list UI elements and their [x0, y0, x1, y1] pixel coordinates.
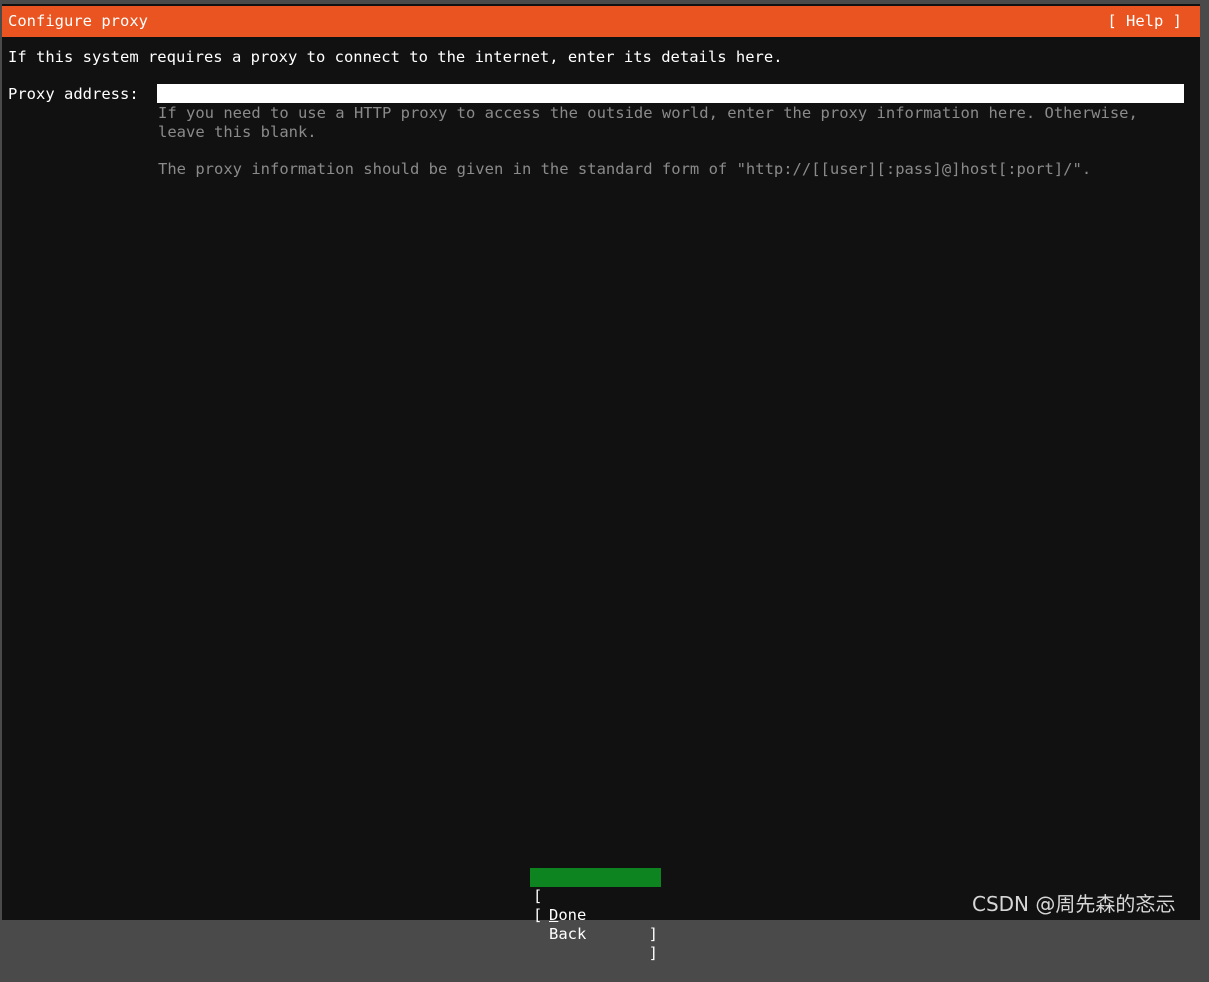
proxy-help-text: If you need to use a HTTP proxy to acces… — [158, 104, 1138, 142]
proxy-help-line-1: If you need to use a HTTP proxy to acces… — [158, 104, 1138, 122]
proxy-format-hint: The proxy information should be given in… — [158, 160, 1092, 178]
csdn-watermark: CSDN @周先森的忞忈 — [972, 892, 1176, 916]
help-button[interactable]: [ Help ] — [1107, 12, 1182, 30]
back-button[interactable]: [ Back ] — [530, 887, 661, 962]
back-button-label: Back — [549, 925, 587, 943]
done-button[interactable]: [ Done ] — [530, 868, 661, 943]
proxy-address-input[interactable] — [157, 84, 1184, 103]
proxy-help-line-2: leave this blank. — [158, 123, 317, 141]
proxy-address-label: Proxy address: — [8, 85, 139, 103]
installer-screen: Configure proxy [ Help ] If this system … — [2, 4, 1200, 962]
back-bracket-left: [ — [533, 906, 543, 924]
intro-text: If this system requires a proxy to conne… — [8, 48, 783, 66]
page-title: Configure proxy — [8, 12, 148, 30]
back-bracket-right: ] — [648, 944, 658, 962]
done-bracket-right: ] — [648, 925, 658, 943]
title-bar: Configure proxy [ Help ] — [2, 6, 1200, 37]
